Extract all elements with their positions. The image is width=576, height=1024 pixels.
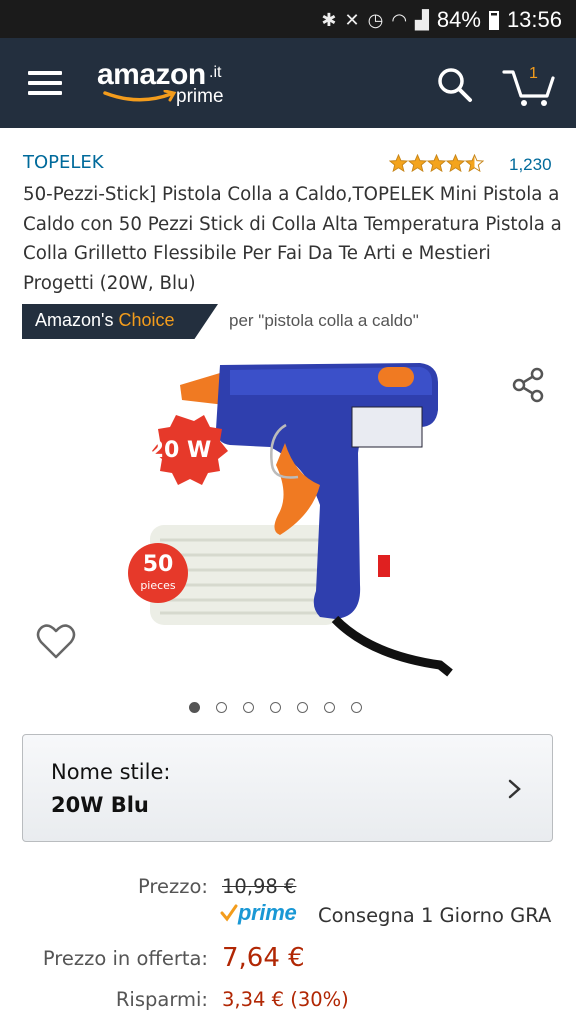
star-icon bbox=[465, 154, 484, 173]
cart-count: 1 bbox=[529, 65, 538, 82]
alarm-icon: ◷ bbox=[367, 9, 384, 30]
watt-badge: 20 W bbox=[149, 415, 228, 485]
amazon-prime-logo[interactable]: amazon .it prime bbox=[97, 58, 224, 107]
choice-prefix: Amazon's bbox=[35, 310, 119, 330]
list-price: 10,98 € bbox=[222, 875, 297, 898]
carousel-dot[interactable] bbox=[297, 702, 308, 713]
chevron-right-icon bbox=[508, 779, 521, 799]
star-icon bbox=[446, 154, 465, 173]
star-icon bbox=[408, 154, 427, 173]
search-icon[interactable] bbox=[435, 65, 475, 105]
style-value: 20W Blu bbox=[51, 793, 149, 817]
offer-price-row: Prezzo in offerta: 7,64 € bbox=[0, 943, 576, 977]
brand-link[interactable]: TOPELEK bbox=[23, 152, 104, 173]
list-price-row: Prezzo: 10,98 € bbox=[0, 875, 576, 903]
prime-badge: prime bbox=[220, 900, 297, 926]
share-icon[interactable] bbox=[509, 366, 547, 404]
prime-check-icon bbox=[220, 904, 238, 922]
delivery-text: Consegna 1 Giorno GRA bbox=[318, 904, 552, 927]
savings-value: 3,34 € (30%) bbox=[222, 988, 349, 1011]
bluetooth-icon: ✱ bbox=[321, 9, 337, 30]
product-image[interactable]: 20 W 50 pieces bbox=[120, 355, 460, 685]
mute-icon: ✕ bbox=[344, 9, 360, 30]
logo-tld: .it bbox=[209, 64, 222, 81]
battery-icon bbox=[488, 10, 499, 30]
savings-row: Risparmi: 3,34 € (30%) bbox=[0, 988, 576, 1016]
choice-keyword: per "pistola colla a caldo" bbox=[229, 311, 419, 330]
battery-percent: 84% bbox=[436, 7, 481, 32]
pieces-badge: 50 pieces bbox=[128, 543, 188, 603]
style-selector[interactable]: Nome stile: 20W Blu bbox=[22, 734, 553, 842]
carousel-dot[interactable] bbox=[216, 702, 227, 713]
signal-icon: ▟ bbox=[415, 9, 429, 30]
list-price-label: Prezzo: bbox=[138, 875, 208, 898]
logo-prime: prime bbox=[176, 86, 224, 107]
status-bar: ✱ ✕ ◷ ◠ ▟ 84% 13:56 bbox=[0, 0, 576, 38]
offer-price-label: Prezzo in offerta: bbox=[42, 947, 208, 970]
prime-label: prime bbox=[238, 900, 297, 925]
product-title: 50-Pezzi-Stick] Pistola Colla a Caldo,TO… bbox=[23, 184, 562, 294]
image-carousel-dots[interactable] bbox=[189, 702, 362, 713]
carousel-dot[interactable] bbox=[351, 702, 362, 713]
carousel-dot[interactable] bbox=[270, 702, 281, 713]
watt-badge-text: 20 W bbox=[149, 438, 212, 463]
star-icon bbox=[389, 154, 408, 173]
offer-price: 7,64 € bbox=[222, 943, 305, 973]
savings-label: Risparmi: bbox=[115, 988, 208, 1011]
cart-button[interactable]: 1 bbox=[502, 63, 558, 107]
carousel-dot[interactable] bbox=[243, 702, 254, 713]
wifi-icon: ◠ bbox=[391, 9, 408, 30]
star-icon bbox=[427, 154, 446, 173]
choice-word: Choice bbox=[118, 310, 175, 330]
amazons-choice-badge: Amazon's Choice bbox=[22, 304, 218, 339]
pieces-badge-count: 50 bbox=[143, 552, 174, 577]
style-label: Nome stile: bbox=[51, 760, 171, 784]
amazon-smile-icon bbox=[103, 90, 177, 102]
carousel-dot[interactable] bbox=[324, 702, 335, 713]
glue-gun bbox=[180, 363, 453, 677]
menu-button[interactable] bbox=[28, 71, 62, 95]
carousel-dot[interactable] bbox=[189, 702, 200, 713]
heart-icon[interactable] bbox=[36, 623, 76, 661]
clock: 13:56 bbox=[506, 7, 562, 32]
app-header: amazon .it prime 1 bbox=[0, 38, 576, 128]
rating-count[interactable]: 1,230 bbox=[509, 155, 552, 175]
pieces-badge-unit: pieces bbox=[140, 579, 176, 592]
star-rating[interactable] bbox=[389, 154, 484, 173]
